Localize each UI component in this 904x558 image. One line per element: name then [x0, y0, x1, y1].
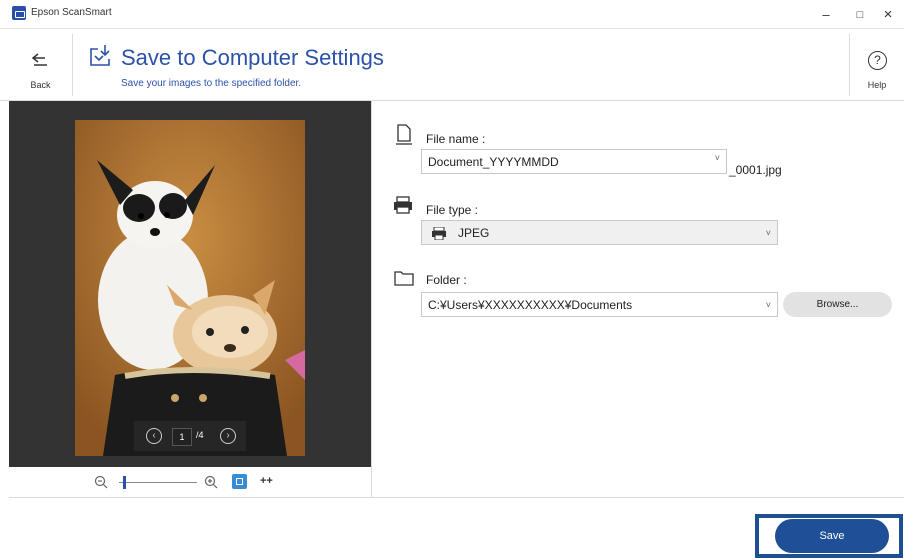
file-name-combobox[interactable]: Document_YYYYMMDD ˅	[421, 149, 727, 174]
previous-page-button[interactable]: ‹	[146, 428, 162, 444]
footer-divider	[9, 497, 904, 498]
help-icon: ?	[868, 51, 887, 70]
back-button[interactable]: Back	[9, 34, 72, 96]
minimize-button[interactable]: –	[808, 4, 844, 26]
folder-label: Folder :	[426, 273, 467, 287]
header-divider	[72, 34, 73, 96]
file-name-value: Document_YYYYMMDD	[428, 155, 559, 169]
file-type-icon	[394, 196, 412, 214]
file-type-label: File type :	[426, 203, 479, 217]
jpeg-file-icon	[432, 227, 446, 240]
window-title: Epson ScanSmart	[31, 7, 112, 18]
page-title: Save to Computer Settings	[121, 45, 384, 70]
file-type-value: JPEG	[458, 226, 490, 240]
save-button[interactable]: Save	[775, 519, 889, 553]
file-name-suffix: _0001.jpg	[729, 163, 782, 177]
page-navigator: ‹ 1 /4 ›	[134, 421, 246, 451]
pane-divider	[371, 101, 372, 497]
actual-size-icon[interactable]: ++	[260, 475, 273, 487]
zoom-toolbar: ++	[9, 467, 371, 497]
help-label: Help	[867, 80, 887, 90]
zoom-in-icon[interactable]	[204, 475, 218, 489]
zoom-slider-track[interactable]	[119, 482, 197, 483]
browse-button[interactable]: Browse...	[783, 292, 892, 317]
fit-to-window-icon[interactable]	[232, 474, 247, 489]
file-type-select[interactable]: JPEG ˅	[421, 220, 778, 245]
folder-path-combobox[interactable]: C:¥Users¥XXXXXXXXXX¥Documents ˅	[421, 292, 778, 317]
file-name-label: File name :	[426, 132, 486, 146]
preview-pane	[9, 101, 371, 467]
page-subtitle: Save your images to the specified folder…	[121, 78, 302, 89]
zoom-slider-thumb[interactable]	[123, 476, 126, 489]
next-page-button[interactable]: ›	[220, 428, 236, 444]
chevron-down-icon[interactable]: ˅	[766, 221, 771, 246]
chevron-down-icon[interactable]: ˅	[766, 293, 771, 318]
back-arrow-icon	[31, 53, 47, 66]
save-to-computer-icon	[90, 45, 110, 66]
folder-icon	[394, 271, 414, 286]
title-bar: Epson ScanSmart – □ ×	[0, 0, 904, 29]
app-icon	[12, 6, 26, 20]
close-button[interactable]: ×	[870, 4, 904, 26]
dog-photo-illustration	[75, 120, 305, 456]
file-name-icon	[396, 124, 412, 145]
back-label: Back	[30, 80, 51, 90]
help-button[interactable]: ? Help	[850, 34, 904, 96]
chevron-down-icon[interactable]: ˅	[715, 146, 720, 171]
folder-path-value: C:¥Users¥XXXXXXXXXX¥Documents	[428, 298, 633, 312]
page-total: /4	[196, 430, 204, 440]
page-number-input[interactable]: 1	[172, 428, 192, 446]
zoom-out-icon[interactable]	[94, 475, 108, 489]
preview-image	[75, 120, 305, 456]
